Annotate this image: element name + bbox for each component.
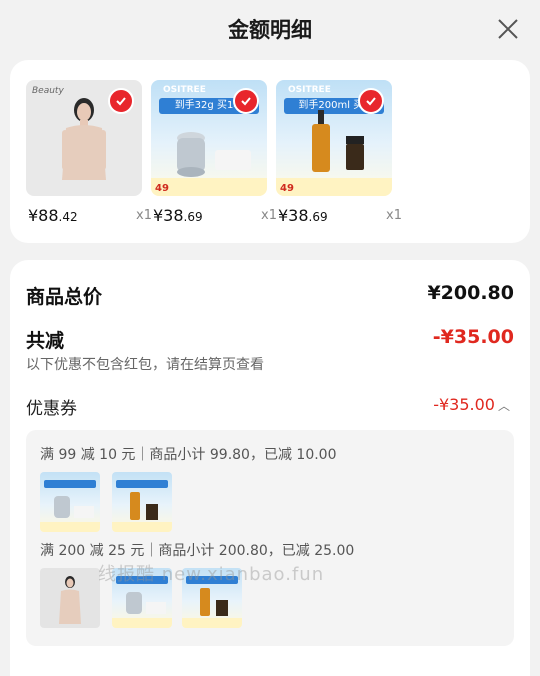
product-item[interactable]: Beauty ¥88.42 x1 (26, 80, 152, 230)
product-thumbnail: OSITREE 到手32g 买1享 49 (151, 80, 267, 196)
selected-check-icon[interactable] (108, 88, 134, 114)
product-price: ¥88.42 (28, 206, 78, 225)
coupon-product-thumb (40, 472, 100, 532)
coupon-rule: 满 99 减 10 元｜商品小计 99.80，已减 10.00 (40, 447, 337, 463)
coupon-label: 优惠券 (26, 399, 77, 419)
product-item[interactable]: OSITREE 到手200ml 买1 49 ¥38.69 x1 (276, 80, 402, 230)
coupon-detail-box: 满 99 减 10 元｜商品小计 99.80，已减 10.00 满 200 减 … (26, 430, 514, 646)
product-thumbnail: Beauty (26, 80, 142, 196)
chevron-up-icon: ︿ (497, 399, 510, 413)
selected-check-icon[interactable] (233, 88, 259, 114)
header: 金额明细 (0, 0, 540, 58)
coupon-rule: 满 200 减 25 元｜商品小计 200.80，已减 25.00 (40, 543, 355, 559)
product-bottle-icon (112, 480, 172, 532)
coupon-toggle[interactable]: -¥35.00 ︿ (433, 395, 510, 414)
price-chip: 49 (280, 183, 294, 194)
close-icon[interactable] (496, 17, 520, 41)
coupon-value: -¥35.00 (433, 395, 495, 414)
coupon-product-thumb (40, 568, 100, 628)
total-label: 商品总价 (26, 286, 103, 308)
page-title: 金额明细 (228, 18, 312, 42)
product-jar-icon (40, 480, 100, 532)
model-figure-icon (59, 576, 81, 624)
product-qty: x1 (386, 208, 402, 223)
total-value: ¥200.80 (427, 282, 514, 304)
product-card: Beauty ¥88.42 x1 OSITREE 到手32g 买1享 49 ¥3… (10, 60, 530, 243)
product-qty: x1 (261, 208, 277, 223)
discount-note: 以下优惠不包含红包，请在结算页查看 (26, 357, 264, 373)
price-chip: 49 (155, 183, 169, 194)
discount-value: -¥35.00 (432, 326, 514, 348)
product-price: ¥38.69 (153, 206, 203, 225)
product-price: ¥38.69 (278, 206, 328, 225)
amount-detail-card: 商品总价 ¥200.80 共减 -¥35.00 以下优惠不包含红包，请在结算页查… (10, 260, 530, 676)
product-item[interactable]: OSITREE 到手32g 买1享 49 ¥38.69 x1 (151, 80, 277, 230)
selected-check-icon[interactable] (358, 88, 384, 114)
product-thumbnail: OSITREE 到手200ml 买1 49 (276, 80, 392, 196)
watermark: 线报酷 new.xianbao.fun (98, 564, 325, 585)
product-qty: x1 (136, 208, 152, 223)
discount-label: 共减 (26, 330, 65, 352)
coupon-product-thumb (112, 472, 172, 532)
